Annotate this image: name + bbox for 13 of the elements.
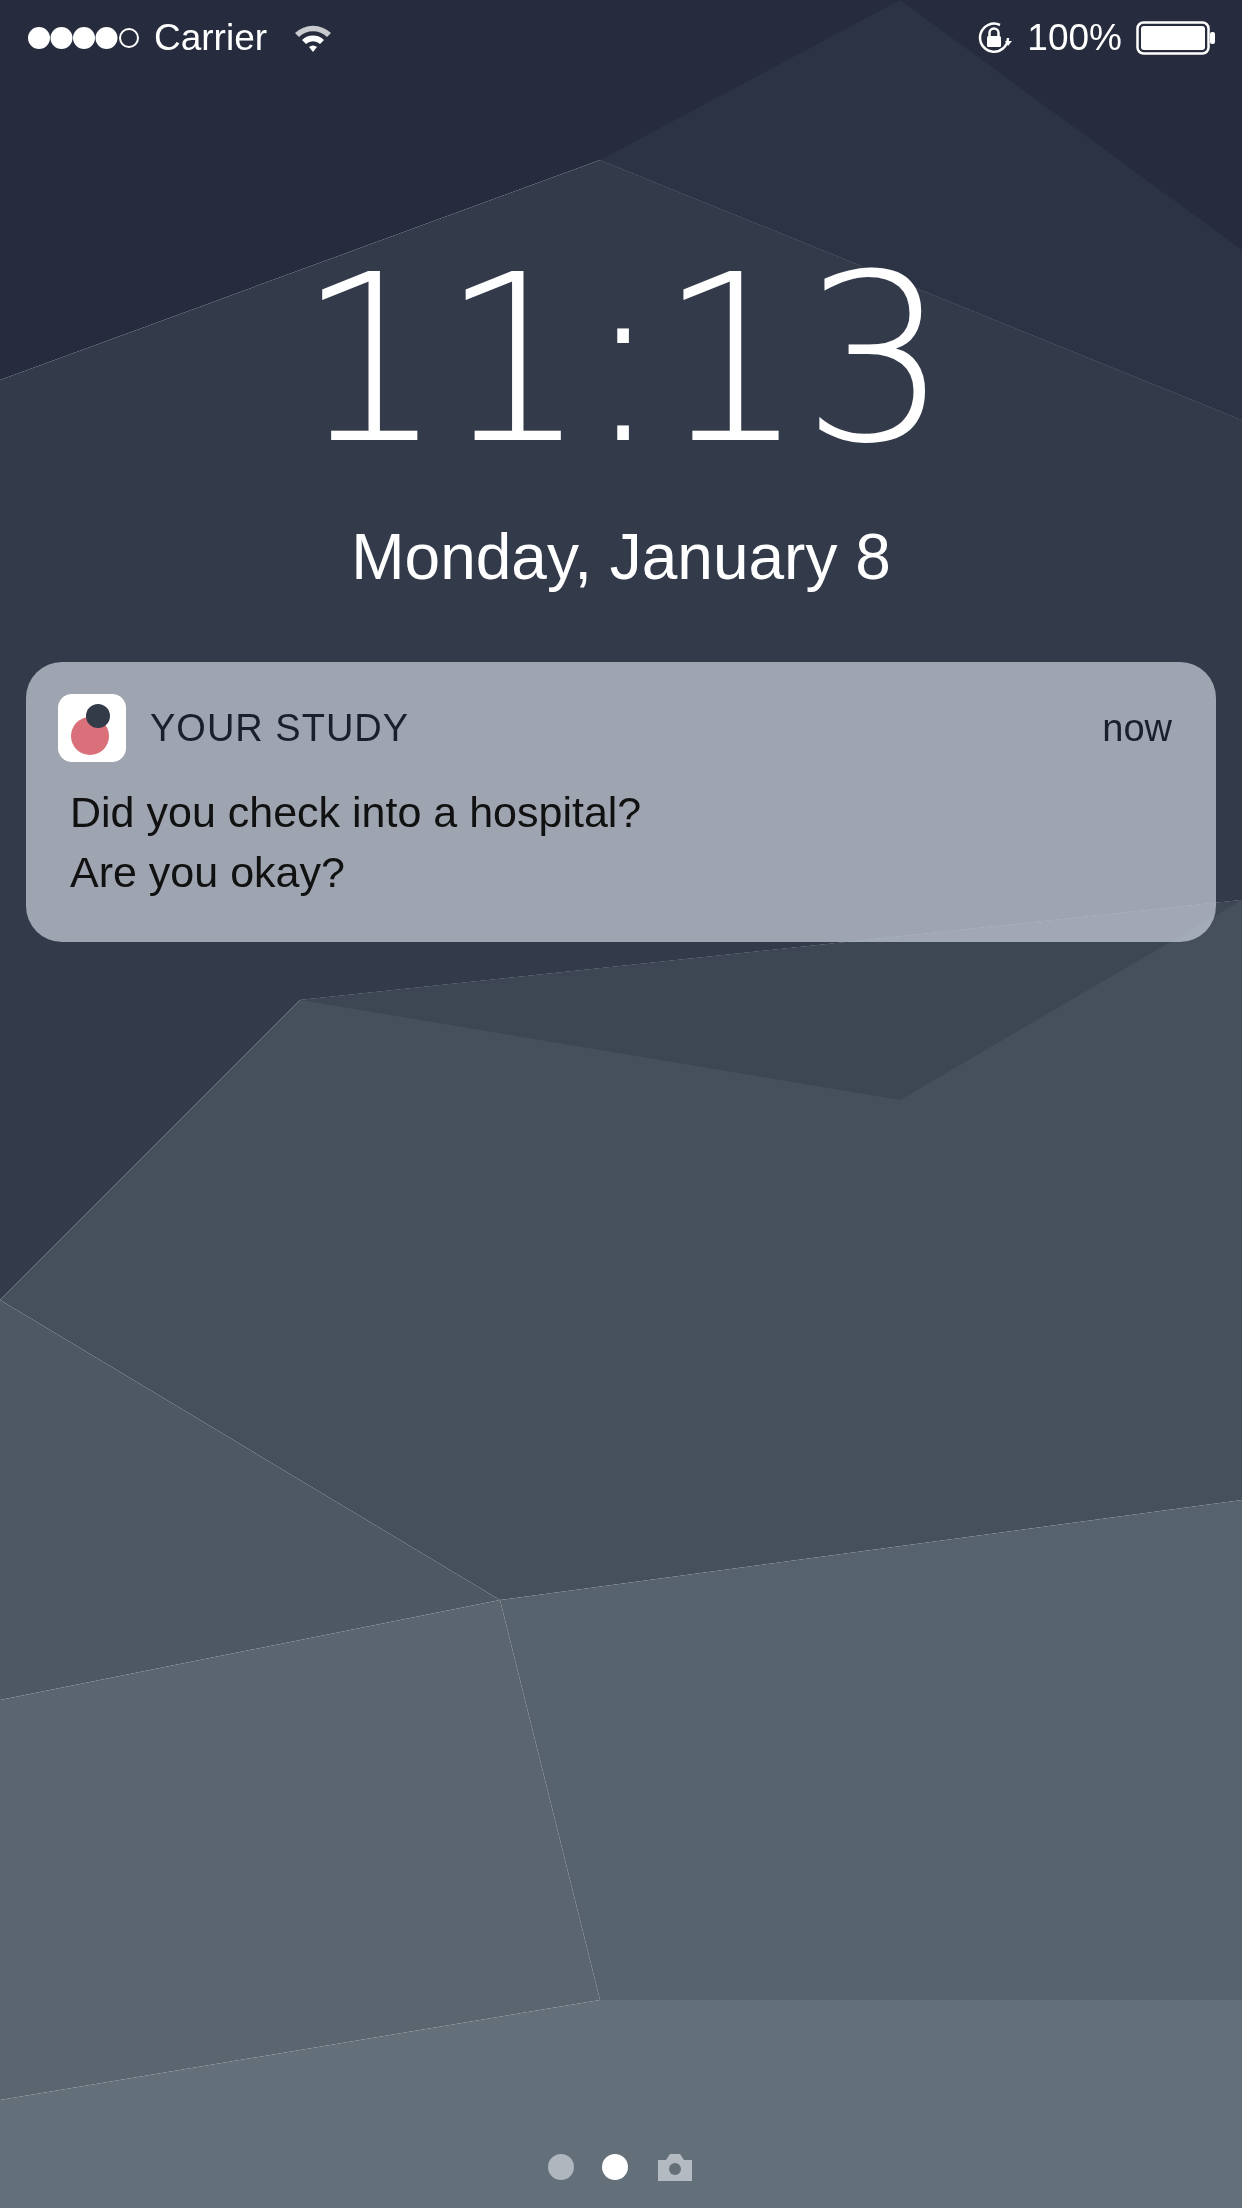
clock-time: 11:13: [296, 244, 946, 476]
signal-icon: [28, 27, 140, 49]
battery-percent: 100%: [1027, 17, 1122, 59]
wifi-icon: [293, 23, 334, 53]
camera-icon[interactable]: [656, 2152, 694, 2182]
notification-message: Did you check into a hospital? Are you okay?: [69, 787, 643, 898]
carrier-name: Carrier: [154, 17, 268, 59]
battery-icon: [1136, 21, 1216, 55]
notification-card[interactable]: YOUR STUDY now Did you check into a hospital? Are you okay?: [26, 662, 1216, 942]
app-icon: [58, 694, 126, 762]
clock-date: Monday, January 8: [351, 520, 891, 594]
notification-time: now: [1102, 706, 1172, 750]
app-name: YOUR STUDY: [150, 706, 411, 750]
